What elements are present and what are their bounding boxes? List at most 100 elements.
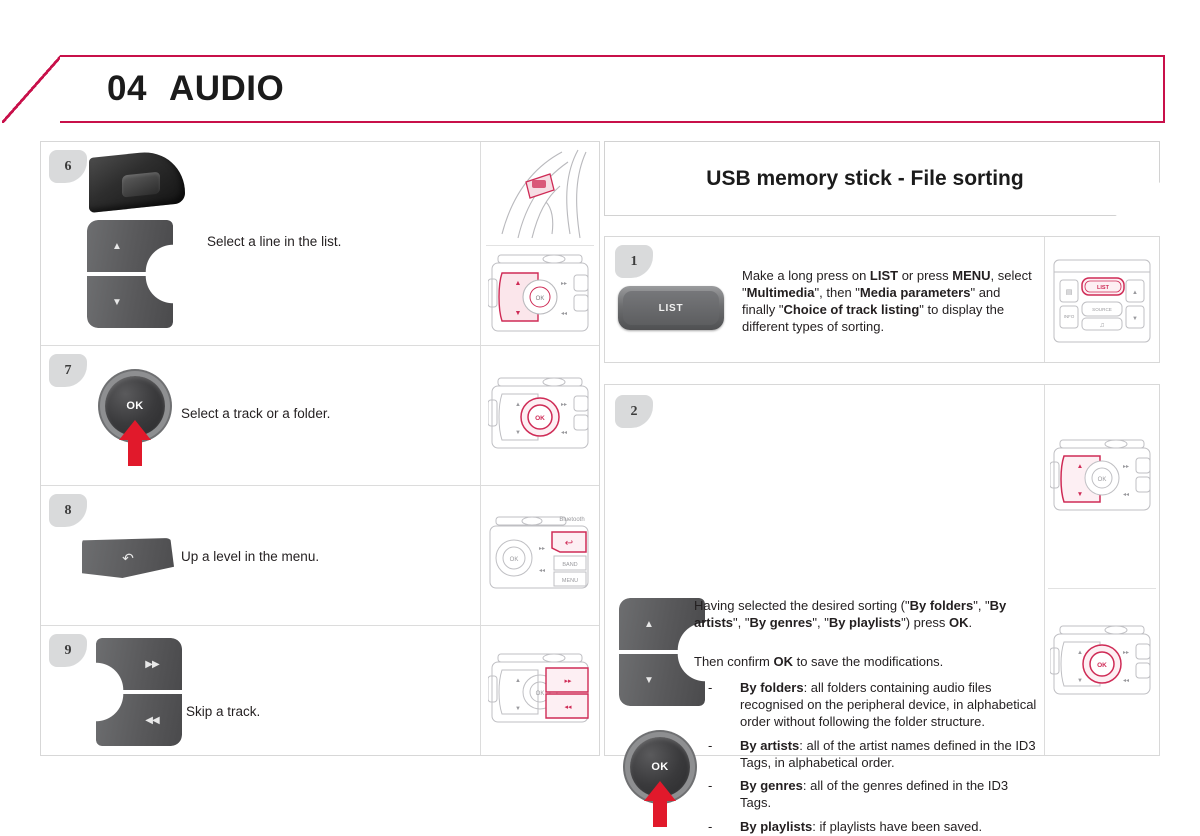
control-panel-back-diagram: OK Bluetooth ▸▸ ◂◂ ↩ BAND MENU: [486, 504, 595, 607]
back-button[interactable]: ↶: [82, 538, 174, 578]
step-row: 6 ▲ ▼ Select a line in the list. OK ▲ ▼ …: [41, 142, 599, 346]
usb-step-row: 2 ▲ ▼ OK Having selected the desired sor…: [604, 384, 1160, 834]
ok-button[interactable]: OK: [630, 737, 690, 797]
arrow-down-icon: ▼: [644, 674, 654, 686]
svg-text:▸▸: ▸▸: [561, 281, 567, 287]
svg-text:♫: ♫: [1099, 322, 1104, 329]
step-description: Up a level in the menu.: [181, 549, 320, 564]
skip-next-button[interactable]: ▶▶: [96, 638, 182, 690]
usb-step-paragraph-1: Having selected the desired sorting ("By…: [694, 598, 1007, 631]
step-number-badge: 9: [49, 634, 87, 667]
list-item: - By playlists: if playlists have been s…: [694, 819, 1039, 836]
svg-text:▼: ▼: [1077, 678, 1083, 684]
step-description: Select a line in the list.: [207, 234, 342, 249]
control-panel-updown-diagram: OK ▲ ▼ ▸▸ ◂◂: [1048, 402, 1156, 553]
chapter-number: 04: [107, 69, 147, 108]
svg-text:▼: ▼: [515, 430, 521, 436]
svg-text:◂◂: ◂◂: [1123, 678, 1129, 684]
svg-text:▼: ▼: [515, 310, 522, 317]
header-angled-cut: [2, 55, 62, 123]
usb-step-thumbnails: LIST SOURCE ♫ ▤ INFO ▲ ▼: [1045, 237, 1159, 362]
list-item-text: By artists: all of the artist names defi…: [740, 737, 1036, 770]
svg-text:▸▸: ▸▸: [1123, 650, 1129, 656]
svg-text:▼: ▼: [515, 706, 521, 712]
bullet-dash: -: [708, 680, 713, 695]
arrow-down-icon: ▼: [112, 296, 122, 308]
step-content: 6 ▲ ▼ Select a line in the list.: [41, 142, 482, 345]
step-number-badge: 2: [615, 395, 653, 428]
left-column: 6 ▲ ▼ Select a line in the list. OK ▲ ▼ …: [40, 141, 600, 756]
list-item-text: By folders: all folders containing audio…: [740, 680, 1037, 729]
rocker-up-button[interactable]: ▲: [87, 220, 173, 272]
list-item: - By folders: all folders containing aud…: [694, 680, 1039, 731]
svg-text:↩: ↩: [565, 538, 573, 549]
svg-text:INFO: INFO: [1064, 314, 1075, 319]
step-thumbnails: OK Bluetooth ▸▸ ◂◂ ↩ BAND MENU: [481, 486, 599, 625]
svg-text:Bluetooth: Bluetooth: [559, 517, 584, 523]
arrow-up-icon: ▲: [644, 618, 654, 630]
step-description: Skip a track.: [186, 704, 261, 719]
bullet-dash: -: [708, 819, 713, 835]
step-row: 7 OK Select a track or a folder. OK ▲ ▼ …: [41, 346, 599, 486]
rocker-down-button[interactable]: ▼: [87, 276, 173, 328]
svg-text:◂◂: ◂◂: [565, 704, 573, 711]
svg-text:◂◂: ◂◂: [539, 568, 545, 574]
step-number-badge: 8: [49, 494, 87, 527]
ok-button[interactable]: OK: [105, 376, 165, 436]
usb-step-row: 1 LIST Make a long press on LIST or pres…: [604, 236, 1160, 363]
step-thumbnails: OK ▲ ▼ ▸▸ ◂◂: [481, 626, 599, 755]
svg-text:LIST: LIST: [1097, 285, 1110, 291]
svg-text:OK: OK: [535, 415, 545, 422]
svg-text:◂◂: ◂◂: [1123, 492, 1129, 498]
step-row: 9 ▶▶ ◀◀ Skip a track. OK ▲ ▼ ▸▸ ◂◂: [41, 626, 599, 755]
page-header: 04 AUDIO: [2, 55, 1165, 123]
rocker-down-button[interactable]: ▼: [619, 654, 705, 706]
page-title: 04 AUDIO: [107, 69, 284, 109]
sorting-options-list: - By folders: all folders containing aud…: [694, 673, 1039, 836]
svg-text:MENU: MENU: [562, 578, 578, 584]
control-panel-ok-diagram: OK ▲ ▼ ▸▸ ◂◂: [486, 365, 595, 466]
rocker-up-button[interactable]: ▲: [619, 598, 705, 650]
list-button[interactable]: LIST: [618, 286, 724, 330]
svg-text:▲: ▲: [515, 280, 522, 287]
skip-backward-icon: ◀◀: [145, 714, 159, 726]
step-number-badge: 6: [49, 150, 87, 183]
svg-text:▤: ▤: [1066, 289, 1073, 296]
up-down-rocker-icon: ▲ ▼: [87, 220, 173, 328]
step-number-badge: 7: [49, 354, 87, 387]
facia-list-button-diagram: LIST SOURCE ♫ ▤ INFO ▲ ▼: [1048, 244, 1156, 355]
skip-previous-button[interactable]: ◀◀: [96, 694, 182, 746]
up-down-rocker-icon: ▲ ▼: [619, 598, 705, 706]
step-description: Select a track or a folder.: [181, 406, 331, 421]
chapter-title: AUDIO: [168, 69, 285, 108]
usb-step-content: 2 ▲ ▼ OK Having selected the desired sor…: [605, 385, 1045, 834]
step-content: 7 OK Select a track or a folder.: [41, 346, 482, 485]
svg-text:▲: ▲: [1132, 290, 1138, 296]
svg-text:▲: ▲: [515, 678, 521, 684]
svg-text:▸▸: ▸▸: [565, 678, 573, 685]
section-title: USB memory stick - File sorting: [706, 166, 1024, 190]
svg-text:▼: ▼: [1077, 491, 1083, 498]
svg-text:▸▸: ▸▸: [1123, 464, 1129, 470]
svg-text:◂◂: ◂◂: [561, 430, 567, 436]
step-thumbnails: OK ▲ ▼ ▸▸ ◂◂: [481, 346, 599, 485]
usb-step-paragraph-2: Then confirm OK to save the modification…: [694, 654, 944, 669]
svg-text:OK: OK: [536, 691, 545, 697]
right-column: USB memory stick - File sorting 1 LIST M…: [604, 141, 1160, 834]
list-item-text: By playlists: if playlists have been sav…: [740, 819, 983, 835]
list-button-label: LIST: [623, 291, 719, 325]
list-item: - By artists: all of the artist names de…: [694, 738, 1039, 772]
step-content: 8 ↶ Up a level in the menu.: [41, 486, 482, 625]
control-panel-updown-diagram: OK ▲ ▼ ▸▸ ◂◂: [486, 244, 595, 345]
step-content: 9 ▶▶ ◀◀ Skip a track.: [41, 626, 482, 755]
usb-step-thumbnails: OK ▲ ▼ ▸▸ ◂◂ OK ▲ ▼ ▸▸ ◂◂: [1045, 385, 1159, 755]
svg-text:▲: ▲: [515, 402, 521, 408]
svg-text:BAND: BAND: [562, 562, 577, 568]
skip-rocker-icon: ▶▶ ◀◀: [96, 638, 182, 746]
usb-step-paragraph: Make a long press on LIST or press MENU,…: [742, 268, 1032, 335]
list-item-text: By genres: all of the genres defined in …: [740, 778, 1009, 811]
svg-text:OK: OK: [1097, 662, 1107, 669]
list-item: - By genres: all of the genres defined i…: [694, 778, 1039, 812]
bullet-dash: -: [708, 778, 713, 794]
skip-forward-icon: ▶▶: [145, 658, 159, 670]
